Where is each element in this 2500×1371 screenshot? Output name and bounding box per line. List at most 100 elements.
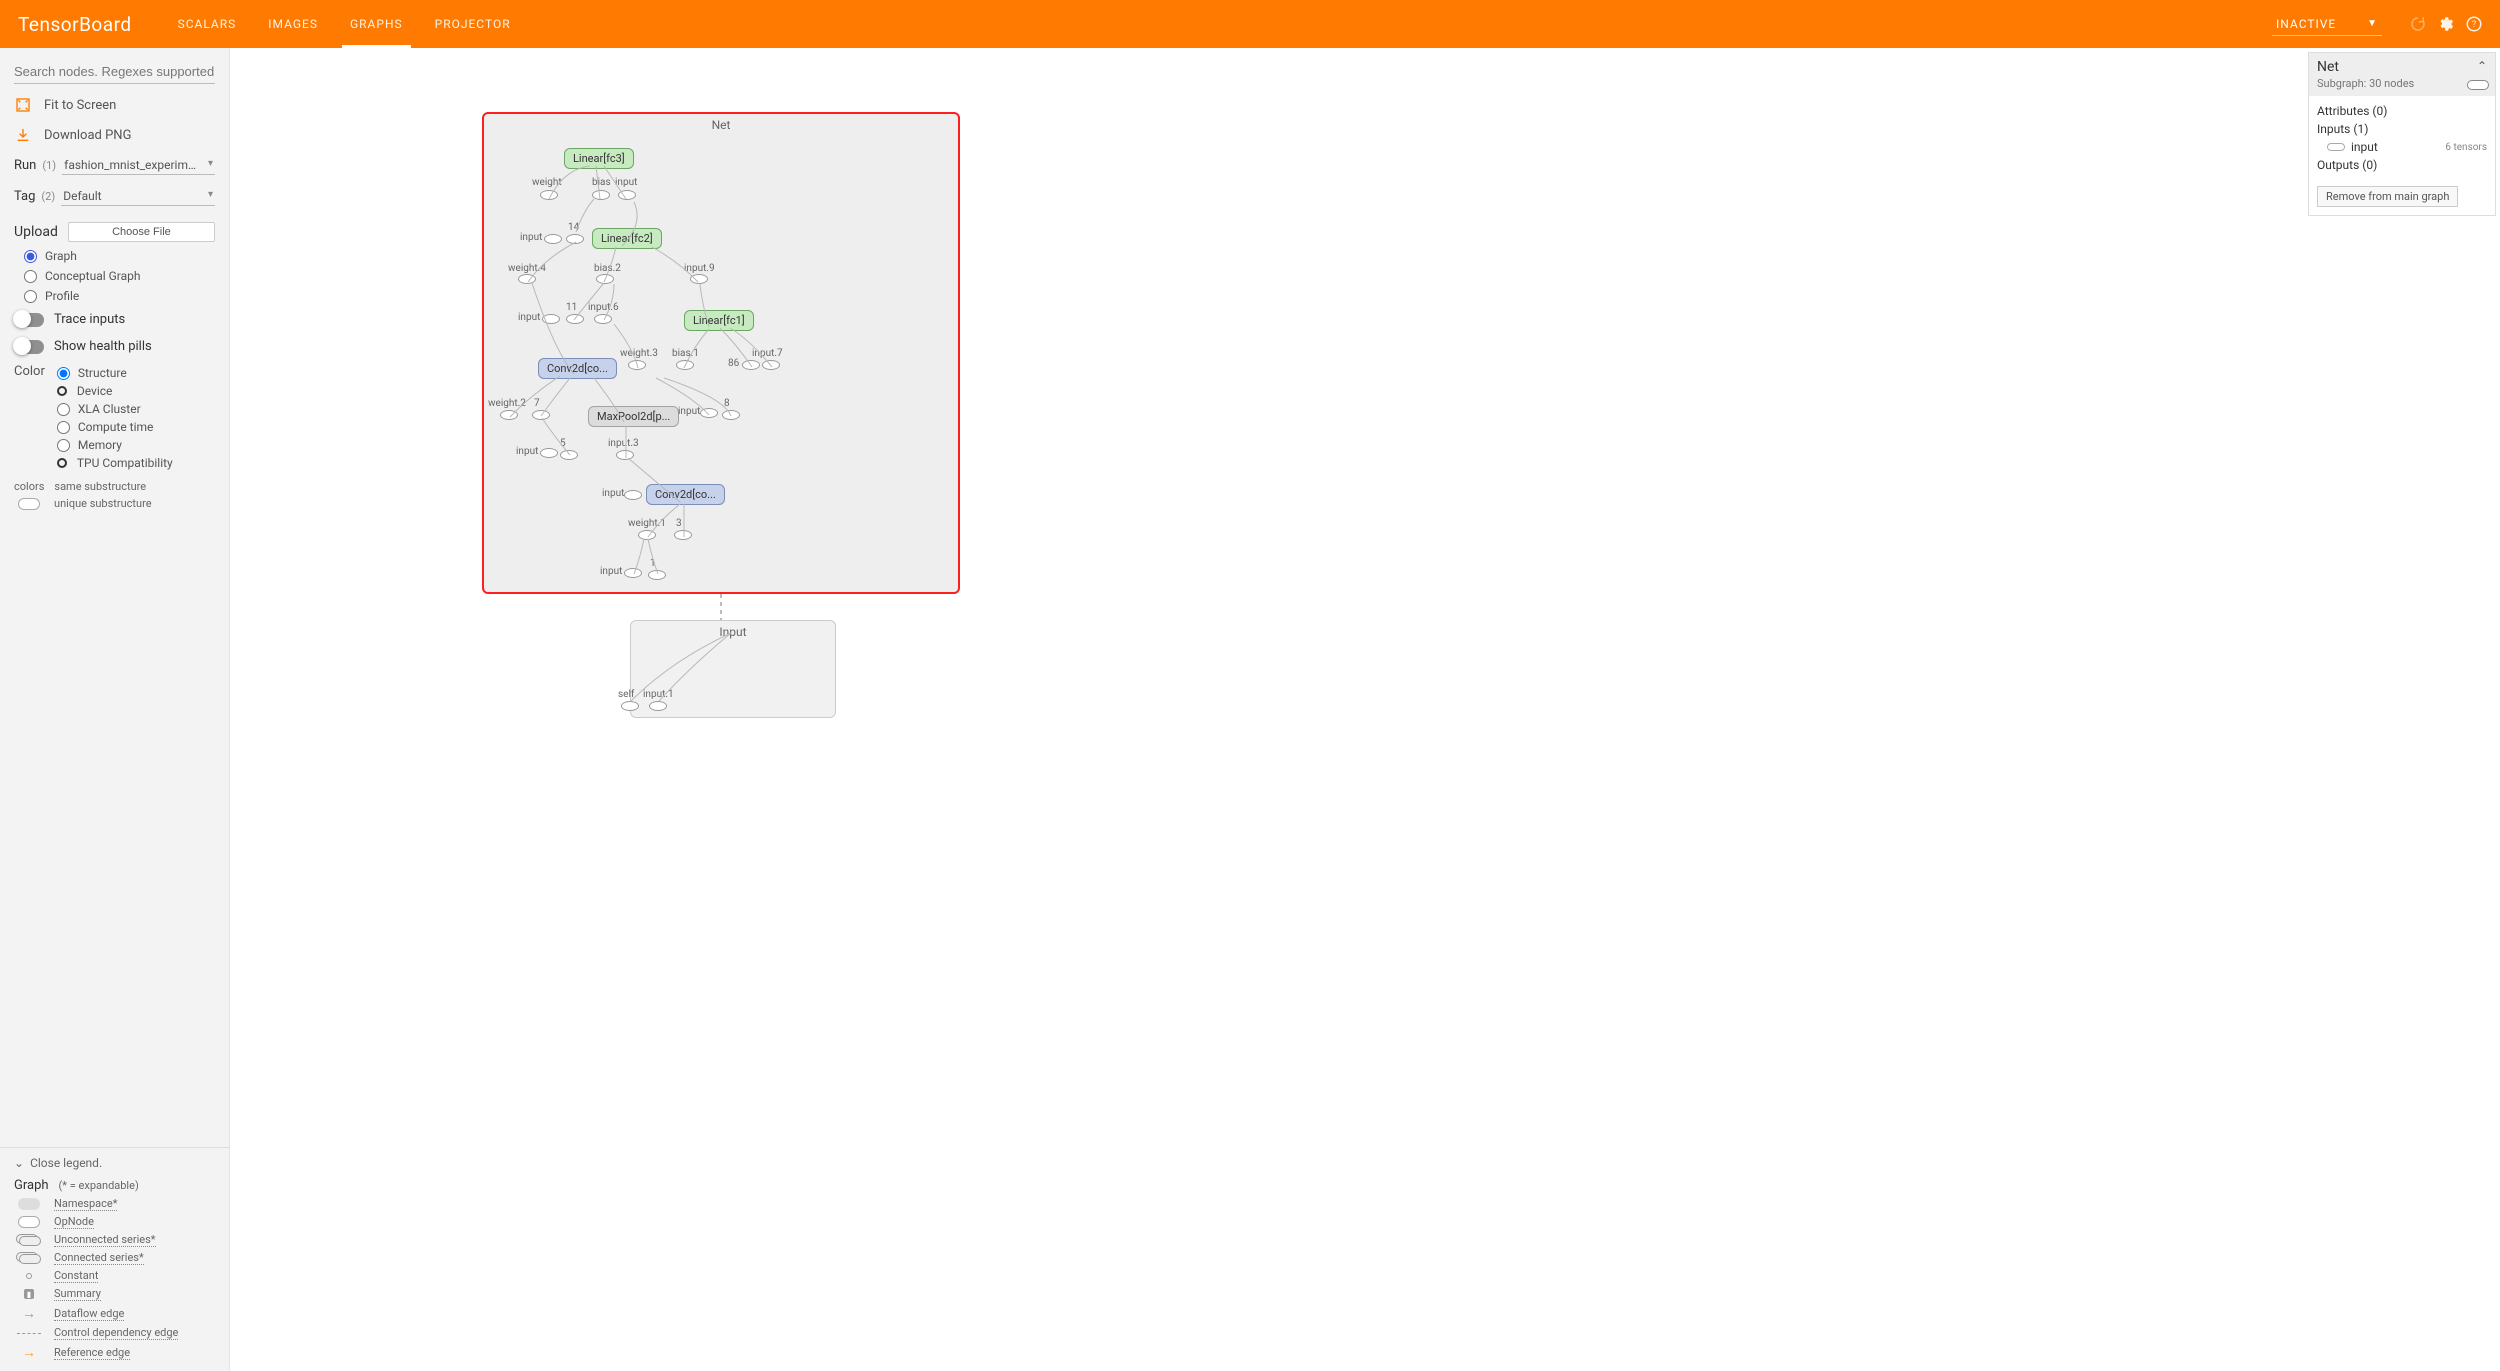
op-ellipse[interactable] (624, 490, 642, 500)
help-icon[interactable]: ? (2460, 10, 2488, 38)
op-ellipse[interactable] (542, 314, 560, 324)
op-ellipse[interactable] (592, 190, 610, 200)
op-ellipse[interactable] (624, 568, 642, 578)
download-label: Download PNG (44, 128, 131, 143)
op-ellipse[interactable] (618, 190, 636, 200)
op-ellipse[interactable] (594, 314, 612, 324)
input-subgraph[interactable]: Input self input.1 (630, 620, 836, 718)
op-ellipse[interactable] (649, 701, 667, 711)
tab-scalars[interactable]: SCALARS (162, 0, 253, 48)
net-subgraph[interactable]: Net Linear[fc3] weight bias input input … (482, 112, 960, 594)
health-pills-toggle[interactable] (14, 340, 44, 354)
upload-conceptual-radio[interactable] (24, 270, 37, 283)
upload-label: Upload (14, 224, 58, 240)
op-ellipse[interactable] (560, 450, 578, 460)
label-input: input (678, 406, 700, 417)
op-ellipse[interactable] (540, 448, 558, 458)
node-conv2d-upper[interactable]: Conv2d[co... (538, 358, 617, 379)
label-8: 8 (724, 398, 730, 409)
run-count: (1) (42, 159, 56, 172)
tab-projector[interactable]: PROJECTOR (419, 0, 527, 48)
legend-reference: Reference edge (54, 1346, 130, 1360)
node-linear-fc1[interactable]: Linear[fc1] (684, 310, 754, 331)
node-conv2d-lower[interactable]: Conv2d[co... (646, 484, 725, 505)
input-title: Input (719, 625, 746, 639)
chevron-down-icon: ⌄ (14, 1156, 24, 1170)
info-outputs: Outputs (0) (2317, 158, 2377, 172)
op-ellipse[interactable] (500, 410, 518, 420)
op-ellipse[interactable] (616, 450, 634, 460)
color-label: Color (14, 364, 45, 472)
download-png-button[interactable]: Download PNG (0, 120, 229, 150)
colors-same-label: same substructure (54, 480, 146, 493)
node-linear-fc2[interactable]: Linear[fc2] (592, 228, 662, 249)
node-linear-fc3[interactable]: Linear[fc3] (564, 148, 634, 169)
color-structure-radio[interactable] (57, 367, 70, 380)
op-ellipse[interactable] (674, 530, 692, 540)
op-ellipse[interactable] (596, 274, 614, 284)
label-14: 14 (568, 222, 579, 233)
upload-profile-label: Profile (45, 289, 79, 303)
upload-profile-radio[interactable] (24, 290, 37, 303)
op-ellipse[interactable] (621, 701, 639, 711)
app-header: TensorBoard SCALARS IMAGES GRAPHS PROJEC… (0, 0, 2500, 48)
tab-graphs[interactable]: GRAPHS (334, 0, 419, 48)
choose-file-button[interactable]: Choose File (68, 222, 215, 242)
legend-connected: Connected series* (54, 1251, 144, 1265)
op-ellipse[interactable] (742, 360, 760, 370)
run-select[interactable]: fashion_mnist_experiment_1 (62, 156, 215, 175)
op-ellipse[interactable] (700, 408, 718, 418)
collapse-icon[interactable]: ⌃ (2477, 59, 2487, 73)
color-compute-label: Compute time (78, 420, 154, 434)
dataflow-edge-icon: → (14, 1305, 44, 1322)
close-legend-button[interactable]: ⌄ Close legend. (0, 1147, 229, 1174)
op-ellipse[interactable] (532, 410, 550, 420)
op-ellipse[interactable] (566, 314, 584, 324)
legend-summary: Summary (54, 1287, 101, 1301)
label-self: self (618, 689, 634, 700)
node-maxpool2d[interactable]: MaxPool2d[p... (588, 406, 679, 427)
op-ellipse[interactable] (762, 360, 780, 370)
op-ellipse[interactable] (638, 530, 656, 540)
tag-select[interactable]: Default (61, 187, 215, 206)
upload-graph-radio[interactable] (24, 250, 37, 263)
op-ellipse[interactable] (628, 360, 646, 370)
graph-canvas[interactable]: Net Linear[fc3] weight bias input input … (230, 48, 2304, 1371)
search-input[interactable] (14, 60, 215, 84)
label-3: 3 (676, 518, 682, 529)
fit-to-screen-button[interactable]: Fit to Screen (0, 90, 229, 120)
remove-from-graph-button[interactable]: Remove from main graph (2317, 186, 2458, 207)
tag-select-row: Tag (2) Default (0, 181, 229, 212)
label-weight: weight (532, 177, 562, 188)
tab-images[interactable]: IMAGES (252, 0, 334, 48)
circle-icon (57, 386, 67, 396)
run-label: Run (14, 158, 36, 173)
color-compute-radio[interactable] (57, 421, 70, 434)
header-tabs: SCALARS IMAGES GRAPHS PROJECTOR (162, 0, 527, 48)
status-select[interactable]: INACTIVE ▼ (2272, 13, 2382, 36)
label-input6: input.6 (588, 302, 619, 313)
op-ellipse[interactable] (676, 360, 694, 370)
label-input: input (516, 446, 538, 457)
upload-conceptual-label: Conceptual Graph (45, 269, 141, 283)
op-ellipse[interactable] (540, 190, 558, 200)
color-memory-radio[interactable] (57, 439, 70, 452)
op-ellipse[interactable] (518, 274, 536, 284)
color-xla-radio[interactable] (57, 403, 70, 416)
trace-inputs-toggle[interactable] (14, 313, 44, 327)
op-ellipse[interactable] (648, 570, 666, 580)
legend-note: (* = expandable) (59, 1179, 139, 1192)
info-input-name[interactable]: input (2351, 140, 2378, 154)
namespace-icon (18, 1198, 40, 1210)
op-ellipse[interactable] (544, 234, 562, 244)
summary-icon: ▮ (24, 1289, 34, 1299)
upload-section-title: Upload Choose File (0, 212, 229, 246)
op-ellipse[interactable] (722, 410, 740, 420)
op-ellipse[interactable] (566, 234, 584, 244)
legend-control: Control dependency edge (54, 1326, 178, 1340)
close-legend-label: Close legend. (30, 1156, 102, 1170)
fit-label: Fit to Screen (44, 98, 116, 113)
op-ellipse[interactable] (690, 274, 708, 284)
color-tpu-label: TPU Compatibility (77, 456, 173, 470)
settings-icon[interactable] (2432, 10, 2460, 38)
